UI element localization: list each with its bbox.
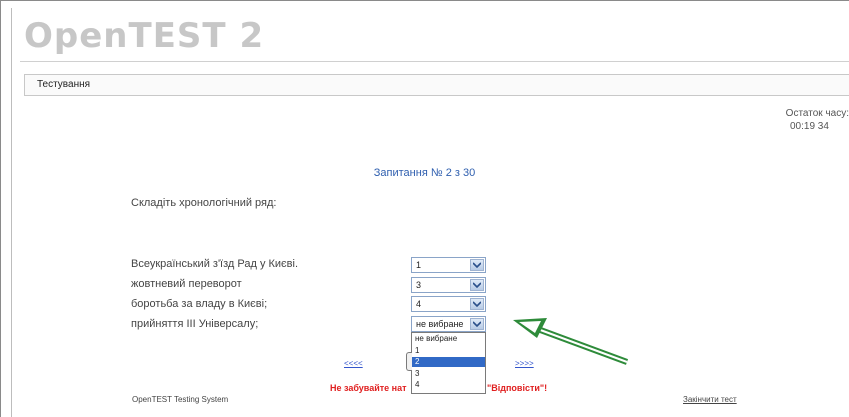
select-dropdown-list: не вибране 1 2 3 4 — [411, 332, 486, 394]
pointer-arrow-icon — [513, 318, 629, 365]
question-heading: Запитання № 2 з 30 — [373, 167, 476, 179]
content-border-left — [11, 8, 12, 417]
item-select-4[interactable]: не вибране — [411, 316, 486, 332]
dropdown-option[interactable]: 3 — [412, 369, 485, 379]
chevron-down-icon[interactable] — [470, 259, 484, 271]
item-label-3: боротьба за владу в Києві; — [131, 298, 268, 310]
dropdown-option-highlighted[interactable]: 2 — [412, 357, 485, 367]
chevron-down-icon[interactable] — [470, 279, 484, 291]
chevron-down-icon[interactable] — [470, 318, 484, 330]
item-select-3[interactable]: 4 — [411, 296, 486, 312]
window-border-top — [0, 0, 849, 1]
item-label-1: Всеукраїнський з'їзд Рад у Києві. — [131, 258, 299, 270]
warning-text-right: "Відповісти"! — [487, 383, 548, 393]
timer-label: Остаток часу: — [785, 108, 849, 119]
item-select-1[interactable]: 1 — [411, 257, 486, 273]
dropdown-option[interactable]: 4 — [412, 380, 485, 390]
answer-button-edge[interactable] — [406, 352, 412, 371]
dropdown-option[interactable]: 1 — [412, 346, 485, 356]
item-label-4: прийняття III Універсалу; — [131, 318, 259, 330]
item-select-value: 1 — [416, 260, 422, 270]
item-select-value: не вибране — [416, 319, 464, 329]
chevron-down-icon[interactable] — [470, 298, 484, 310]
window-border-left — [0, 0, 1, 417]
footer-system-name: OpenTEST Testing System — [132, 395, 229, 404]
question-text: Складіть хронологічний ряд: — [131, 197, 277, 209]
item-select-value: 3 — [416, 280, 422, 290]
item-select-value: 4 — [416, 299, 422, 309]
header-divider — [20, 61, 849, 62]
navbar: Тестування — [24, 74, 849, 96]
finish-test-link[interactable]: Закінчити тест — [683, 395, 737, 404]
timer-value: 00:19 34 — [790, 121, 829, 132]
dropdown-option[interactable]: не вибране — [412, 334, 485, 344]
navbar-title: Тестування — [37, 79, 91, 90]
prev-question-link[interactable]: <<<< — [344, 359, 363, 368]
warning-text-left: Не забувайте нат — [330, 383, 407, 393]
item-label-2: жовтневий переворот — [131, 278, 242, 290]
app-logo: OpenTEST 2 — [24, 16, 265, 56]
item-select-2[interactable]: 3 — [411, 277, 486, 293]
